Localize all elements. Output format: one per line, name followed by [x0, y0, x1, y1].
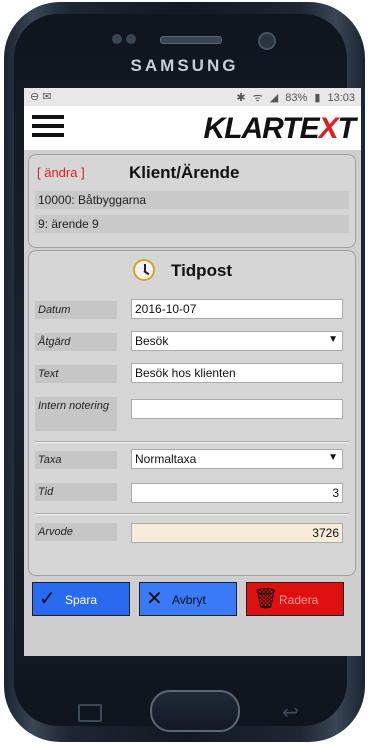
taxa-label: Taxa: [35, 451, 117, 469]
earpiece: [160, 36, 222, 44]
battery-icon: ▮: [314, 92, 321, 104]
klartext-logo: KLARTEXT: [203, 112, 356, 145]
dropdown-arrow-icon: ▼: [328, 334, 338, 345]
arvode-field: 3726: [131, 523, 343, 543]
cancel-button[interactable]: ✕ Avbryt: [139, 582, 237, 616]
intern-field[interactable]: [131, 399, 343, 419]
status-right: ✱ ᯤ ◢ 83% ▮ 13:03: [232, 90, 355, 105]
divider: [35, 513, 349, 515]
datum-field[interactable]: 2016-10-07: [131, 299, 343, 319]
signal-icon: ◢: [269, 92, 279, 104]
dropdown-arrow-icon: ▼: [328, 452, 338, 463]
client-panel: [ ändra ] Klient/Ärende 10000: Båtbyggar…: [28, 154, 356, 248]
back-icon[interactable]: ↩: [282, 700, 299, 725]
save-button[interactable]: ✓ Spara: [32, 582, 130, 616]
clock-icon: [133, 259, 155, 281]
wifi-icon: ᯤ: [252, 92, 263, 104]
notification-icons: ⊖ ✉: [30, 91, 52, 103]
text-label: Text: [35, 365, 117, 383]
cancel-label: Avbryt: [172, 593, 206, 607]
taxa-value: Normaltaxa: [135, 452, 197, 466]
checkmark-icon: ✓: [39, 588, 56, 610]
time-entry-title: Tidpost: [171, 261, 233, 280]
intern-label: Intern notering: [35, 397, 117, 431]
datum-label: Datum: [35, 301, 117, 319]
save-label: Spara: [65, 593, 98, 607]
home-button[interactable]: [150, 690, 240, 732]
front-camera: [258, 32, 276, 50]
hardware-nav: ↩: [0, 656, 369, 744]
tid-label: Tid: [35, 483, 117, 501]
device-brand: SAMSUNG: [130, 56, 239, 75]
delete-label: Radera: [279, 593, 319, 607]
case-name: 9: ärende 9: [35, 215, 349, 233]
atgard-label: Åtgärd: [35, 333, 117, 351]
tid-field[interactable]: 3: [131, 483, 343, 503]
battery-level: 83%: [285, 92, 308, 104]
status-bar: ⊖ ✉ ✱ ᯤ ◢ 83% ▮ 13:03: [24, 88, 361, 106]
atgard-value: Besök: [135, 334, 169, 348]
sensor-dots: [112, 34, 142, 44]
trash-icon: 🗑: [253, 588, 279, 610]
time-entry-panel: Tidpost Datum 2016-10-07 Åtgärd Besök ▼ …: [28, 250, 356, 576]
app-screen: ⊖ ✉ ✱ ᯤ ◢ 83% ▮ 13:03 KLARTEXT [ ändra ]…: [24, 88, 361, 656]
phone-frame: SAMSUNG ⊖ ✉ ✱ ᯤ ◢ 83% ▮ 13:03 KLARTEXT […: [0, 0, 369, 744]
clock-time: 13:03: [327, 92, 355, 104]
recent-apps-icon[interactable]: [78, 704, 102, 722]
taxa-select[interactable]: Normaltaxa ▼: [131, 449, 343, 469]
close-icon: ✕: [146, 588, 163, 610]
arvode-label: Arvode: [35, 523, 117, 541]
delete-button[interactable]: 🗑 Radera: [246, 582, 344, 616]
edit-client-link[interactable]: [ ändra ]: [37, 165, 85, 180]
divider: [35, 441, 349, 443]
client-name: 10000: Båtbyggarna: [35, 191, 349, 209]
atgard-select[interactable]: Besök ▼: [131, 331, 343, 351]
client-panel-title: Klient/Ärende: [129, 163, 240, 182]
text-field[interactable]: Besök hos klienten: [131, 363, 343, 383]
bluetooth-icon: ✱: [236, 92, 246, 104]
hamburger-menu-icon[interactable]: [32, 115, 64, 141]
app-header: KLARTEXT: [24, 106, 361, 150]
